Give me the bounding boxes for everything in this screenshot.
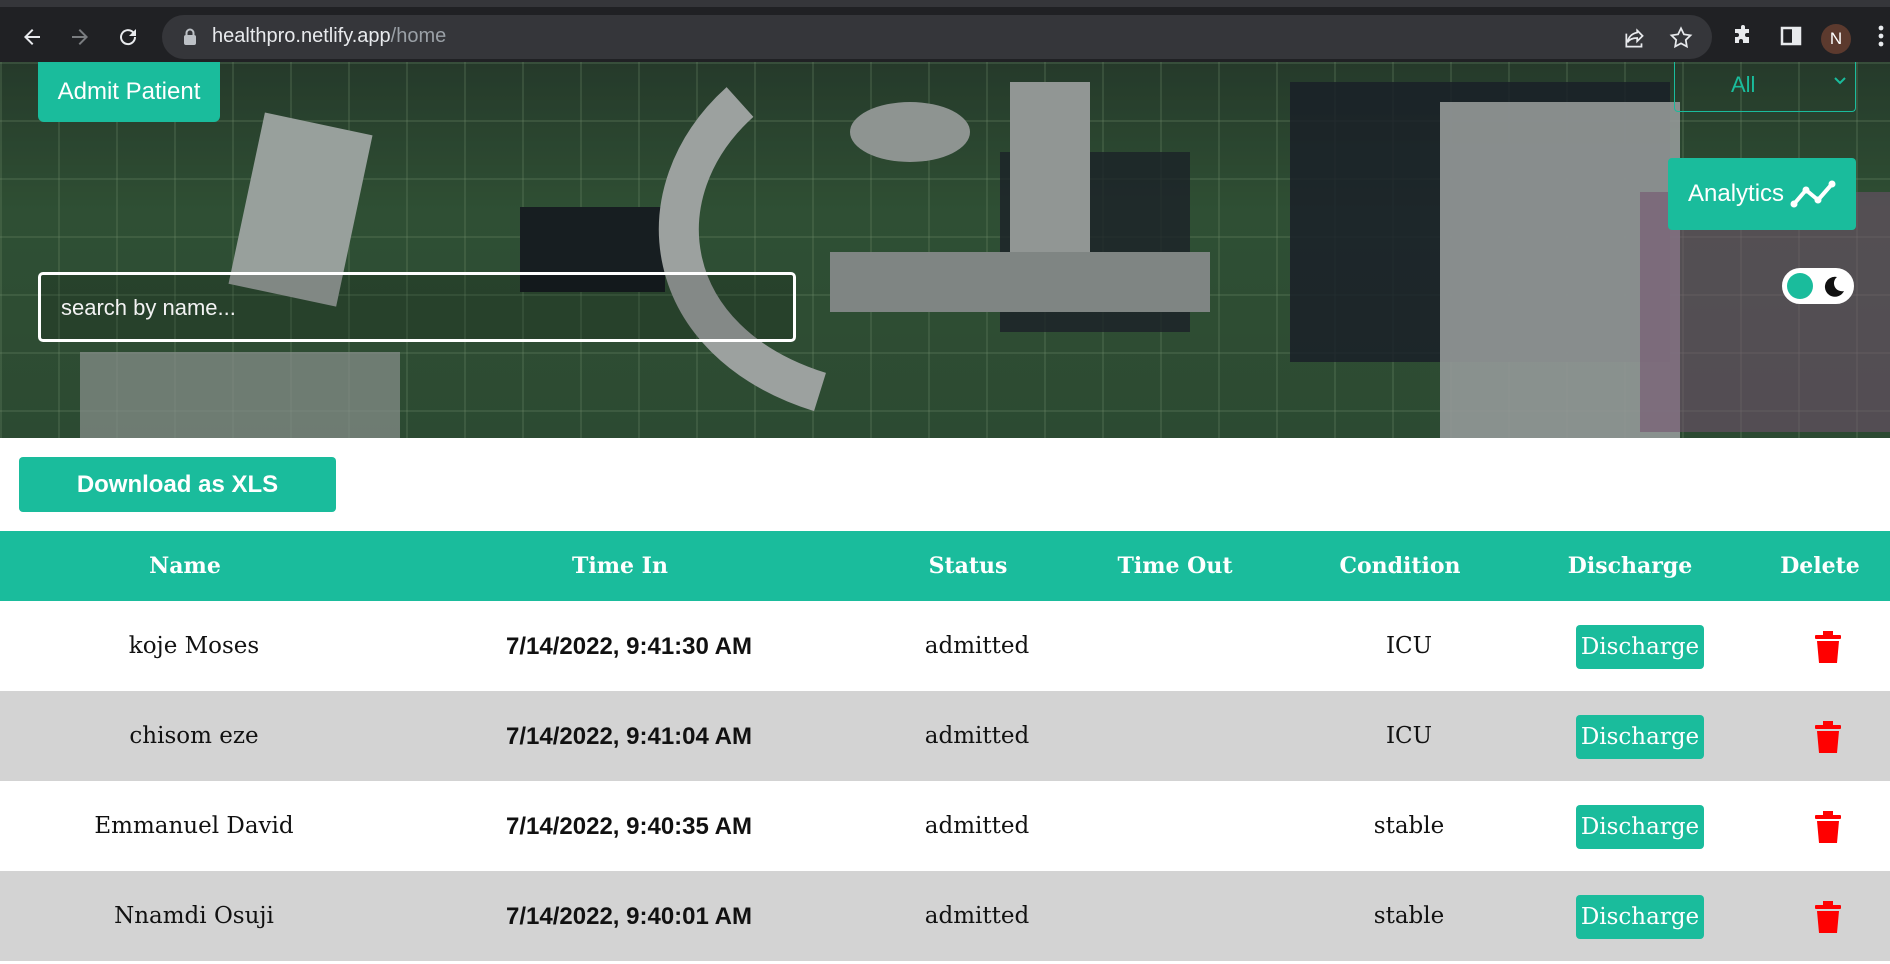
discharge-button[interactable]: Discharge: [1576, 715, 1704, 759]
theme-toggle[interactable]: [1782, 268, 1854, 304]
patient-condition: ICU: [1385, 633, 1433, 659]
trash-icon[interactable]: [1814, 901, 1842, 933]
share-icon[interactable]: [1622, 25, 1648, 51]
patient-condition: stable: [1373, 813, 1445, 839]
patient-condition: stable: [1373, 903, 1445, 929]
time-in: 7/14/2022, 9:41:04 AM: [506, 723, 752, 750]
discharge-button[interactable]: Discharge: [1576, 625, 1704, 669]
column-header-name[interactable]: Name: [149, 553, 221, 579]
column-header-discharge[interactable]: Discharge: [1568, 553, 1692, 579]
discharge-button[interactable]: Discharge: [1576, 805, 1704, 849]
patient-name: Emmanuel David: [94, 813, 294, 839]
browser-toolbar: healthpro.netlify.app/home N: [0, 0, 1890, 62]
admit-patient-button[interactable]: Admit Patient: [38, 62, 220, 122]
search-input[interactable]: [59, 289, 763, 327]
side-panel-icon[interactable]: [1776, 21, 1806, 51]
download-xls-button[interactable]: Download as XLS: [19, 457, 336, 512]
hero-banner: Admit Patient All Analytics: [0, 62, 1890, 438]
column-header-condition[interactable]: Condition: [1339, 553, 1460, 579]
time-in: 7/14/2022, 9:40:01 AM: [506, 903, 752, 930]
lock-icon: [184, 28, 196, 45]
patient-status: admitted: [924, 903, 1030, 929]
analytics-button[interactable]: Analytics: [1668, 158, 1856, 230]
menu-dots-icon[interactable]: [1866, 21, 1890, 51]
chevron-down-icon: [1834, 77, 1846, 85]
patient-status: admitted: [924, 633, 1030, 659]
condition-filter-select[interactable]: All: [1674, 62, 1856, 112]
table-row: Emmanuel David 7/14/2022, 9:40:35 AM adm…: [0, 781, 1890, 871]
patient-name: Nnamdi Osuji: [114, 903, 274, 929]
patient-condition: ICU: [1385, 723, 1433, 749]
column-header-status[interactable]: Status: [929, 553, 1008, 579]
time-in: 7/14/2022, 9:41:30 AM: [506, 633, 752, 660]
table-row: koje Moses 7/14/2022, 9:41:30 AM admitte…: [0, 601, 1890, 691]
table-row: chisom eze 7/14/2022, 9:41:04 AM admitte…: [0, 691, 1890, 781]
trash-icon[interactable]: [1814, 721, 1842, 753]
patient-status: admitted: [924, 813, 1030, 839]
forward-icon[interactable]: [62, 19, 98, 55]
discharge-button[interactable]: Discharge: [1576, 895, 1704, 939]
patients-table: Name Time In Status Time Out Condition D…: [0, 531, 1890, 961]
toggle-knob: [1787, 273, 1813, 299]
column-header-time-out[interactable]: Time Out: [1118, 553, 1233, 579]
bookmark-star-icon[interactable]: [1668, 25, 1694, 51]
analytics-label: Analytics: [1688, 180, 1785, 207]
table-header: Name Time In Status Time Out Condition D…: [0, 531, 1890, 601]
extensions-icon[interactable]: [1728, 21, 1758, 51]
patient-name: koje Moses: [128, 633, 260, 659]
url-text: healthpro.netlify.app/home: [212, 25, 447, 47]
table-row: Nnamdi Osuji 7/14/2022, 9:40:01 AM admit…: [0, 871, 1890, 961]
column-header-delete[interactable]: Delete: [1780, 553, 1860, 579]
profile-avatar[interactable]: N: [1821, 24, 1851, 54]
line-chart-icon: [1790, 180, 1836, 208]
moon-icon: [1824, 276, 1844, 297]
patient-name: chisom eze: [129, 723, 259, 749]
search-box[interactable]: [38, 272, 796, 342]
column-header-time-in[interactable]: Time In: [572, 553, 668, 579]
patient-status: admitted: [924, 723, 1030, 749]
trash-icon[interactable]: [1814, 631, 1842, 663]
hero-overlay: [0, 62, 1890, 438]
trash-icon[interactable]: [1814, 811, 1842, 843]
reload-icon[interactable]: [110, 19, 146, 55]
back-icon[interactable]: [14, 19, 50, 55]
filter-selected-value: All: [1731, 72, 1756, 97]
time-in: 7/14/2022, 9:40:35 AM: [506, 813, 752, 840]
address-bar[interactable]: healthpro.netlify.app/home: [162, 15, 1712, 59]
